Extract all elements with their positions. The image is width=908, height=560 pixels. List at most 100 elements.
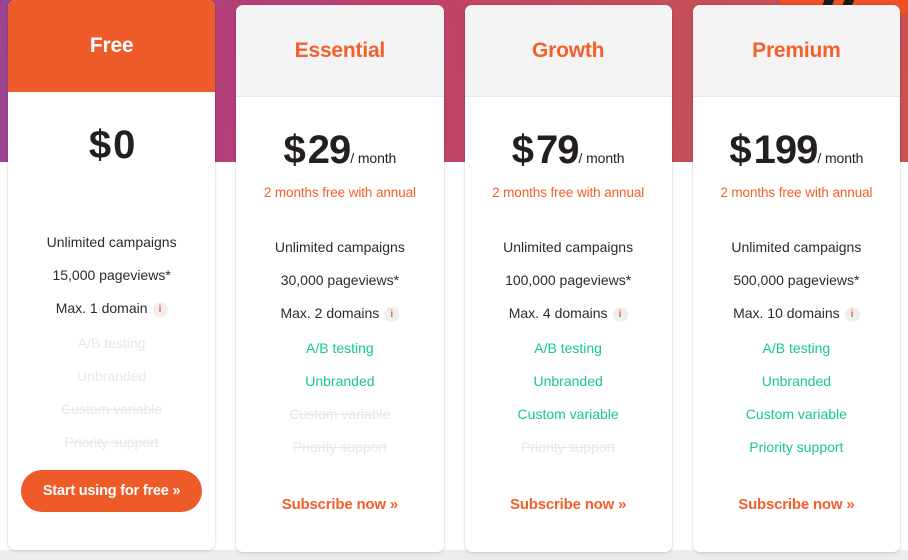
subscribe-now-link[interactable]: Subscribe now » xyxy=(282,496,398,513)
annual-discount-note: 2 months free with annual xyxy=(720,185,873,200)
feature-item: 30,000 pageviews* xyxy=(236,263,443,296)
feature-list: Unlimited campaigns 500,000 pageviews* Max… xyxy=(693,230,900,463)
price-row: $79/ month xyxy=(465,130,672,170)
pricing-card-premium: Premium $199/ month 2 months free with ann… xyxy=(692,5,900,552)
feature-item: 15,000 pageviews* xyxy=(8,258,215,291)
feature-label: Max. 1 domain xyxy=(55,299,148,316)
feature-label: Unlimited campaigns xyxy=(274,238,405,255)
cta-container: Start using for free » xyxy=(8,470,215,550)
feature-label: Priority support xyxy=(749,438,844,455)
feature-item: Max. 2 domains i xyxy=(236,296,443,331)
feature-label: Max. 2 domains xyxy=(280,304,380,321)
feature-label: 30,000 pageviews* xyxy=(280,271,400,288)
feature-list: Unlimited campaigns 15,000 pageviews* Max.… xyxy=(8,225,215,458)
feature-label: Priority support xyxy=(64,433,159,450)
pricing-card-growth: Growth $79/ month 2 months free with annua… xyxy=(464,5,672,552)
feature-item: Unlimited campaigns xyxy=(693,230,900,263)
feature-label: Custom variable xyxy=(745,405,847,422)
feature-list: Unlimited campaigns 100,000 pageviews* Max… xyxy=(465,230,672,463)
price-period: / month xyxy=(578,150,625,166)
info-icon[interactable]: i xyxy=(384,306,400,322)
feature-item: Priority support xyxy=(693,430,900,463)
feature-item: Custom variable xyxy=(8,392,215,425)
pricing-plan-grid: Free $0 Unlimited campaigns 15,000 pagevie… xyxy=(0,0,908,560)
price-currency: $ xyxy=(283,128,306,172)
feature-list: Unlimited campaigns 30,000 pageviews* Max.… xyxy=(236,230,443,463)
feature-label: A/B testing xyxy=(77,334,146,351)
feature-item: Unbranded xyxy=(465,364,672,397)
card-header: Essential xyxy=(236,5,444,97)
feature-item: Custom variable xyxy=(693,397,900,430)
price-period: / month xyxy=(817,150,864,166)
start-free-button[interactable]: Start using for free » xyxy=(20,470,203,512)
feature-label: 500,000 pageviews* xyxy=(733,271,860,288)
feature-item: Priority support xyxy=(465,430,672,463)
price-row: $0 xyxy=(8,125,215,165)
info-icon[interactable]: i xyxy=(612,306,628,322)
feature-item: Unbranded xyxy=(8,359,215,392)
cta-container: Subscribe now » xyxy=(693,496,900,552)
feature-item: A/B testing xyxy=(236,331,443,364)
feature-label: Unbranded xyxy=(305,372,375,389)
plan-name: Growth xyxy=(531,38,605,62)
feature-item: Unbranded xyxy=(693,364,900,397)
feature-item: A/B testing xyxy=(465,331,672,364)
price-amount: 0 xyxy=(113,123,135,167)
price-amount: 199 xyxy=(753,128,819,172)
info-icon[interactable]: i xyxy=(152,301,168,317)
feature-label: A/B testing xyxy=(762,339,831,356)
feature-item: Unlimited campaigns xyxy=(236,230,443,263)
cta-container: Subscribe now » xyxy=(465,496,672,552)
feature-item: Priority support xyxy=(8,425,215,458)
cta-container: Subscribe now » xyxy=(236,496,443,552)
feature-label: Max. 4 domains xyxy=(508,304,608,321)
plan-name: Premium xyxy=(752,38,841,62)
feature-item: Priority support xyxy=(236,430,443,463)
card-header: Free xyxy=(8,0,216,92)
price-row: $199/ month xyxy=(693,130,900,170)
price-amount: 29 xyxy=(307,128,351,172)
plan-name: Essential xyxy=(294,38,386,62)
feature-item: Unbranded xyxy=(236,364,443,397)
plan-name: Free xyxy=(89,34,134,57)
feature-label: 15,000 pageviews* xyxy=(52,266,171,283)
feature-label: Unlimited campaigns xyxy=(731,238,862,255)
price-currency: $ xyxy=(729,128,751,172)
feature-item: Max. 10 domains i xyxy=(693,296,900,331)
feature-item: Unlimited campaigns xyxy=(8,225,215,258)
feature-label: Custom variable xyxy=(289,405,391,422)
feature-item: Unlimited campaigns xyxy=(465,230,672,263)
feature-label: A/B testing xyxy=(306,339,374,356)
feature-item: A/B testing xyxy=(8,326,215,359)
feature-label: Priority support xyxy=(521,438,616,455)
subscribe-now-link[interactable]: Subscribe now » xyxy=(738,496,854,513)
feature-label: A/B testing xyxy=(534,339,602,356)
subscribe-now-link[interactable]: Subscribe now » xyxy=(510,496,626,513)
feature-item: Custom variable xyxy=(465,397,672,430)
feature-label: Unbranded xyxy=(76,367,147,384)
feature-label: Unlimited campaigns xyxy=(46,233,177,250)
feature-label: Max. 10 domains xyxy=(733,304,840,321)
feature-item: Custom variable xyxy=(236,397,443,430)
feature-item: Max. 1 domain i xyxy=(8,291,215,326)
feature-item: 500,000 pageviews* xyxy=(693,263,900,296)
price-amount: 79 xyxy=(536,128,579,172)
feature-item: A/B testing xyxy=(693,331,900,364)
annual-discount-note: 2 months free with annual xyxy=(492,185,645,200)
feature-item: Max. 4 domains i xyxy=(465,296,672,331)
pricing-card-free: Free $0 Unlimited campaigns 15,000 pagevie… xyxy=(8,0,216,550)
card-header: Growth xyxy=(464,5,672,97)
price-period: / month xyxy=(350,150,397,166)
feature-label: 100,000 pageviews* xyxy=(505,271,632,288)
card-header: Premium xyxy=(692,5,900,97)
price-currency: $ xyxy=(88,123,111,167)
feature-item: 100,000 pageviews* xyxy=(465,263,672,296)
annual-discount-note: 2 months free with annual xyxy=(263,185,416,200)
feature-label: Priority support xyxy=(292,438,387,455)
feature-label: Custom variable xyxy=(61,400,163,417)
pricing-card-essential: Essential $29/ month 2 months free with an… xyxy=(236,5,444,552)
info-icon[interactable]: i xyxy=(844,306,860,322)
price-currency: $ xyxy=(511,128,534,172)
feature-label: Unbranded xyxy=(761,372,832,389)
feature-label: Unlimited campaigns xyxy=(503,238,634,255)
